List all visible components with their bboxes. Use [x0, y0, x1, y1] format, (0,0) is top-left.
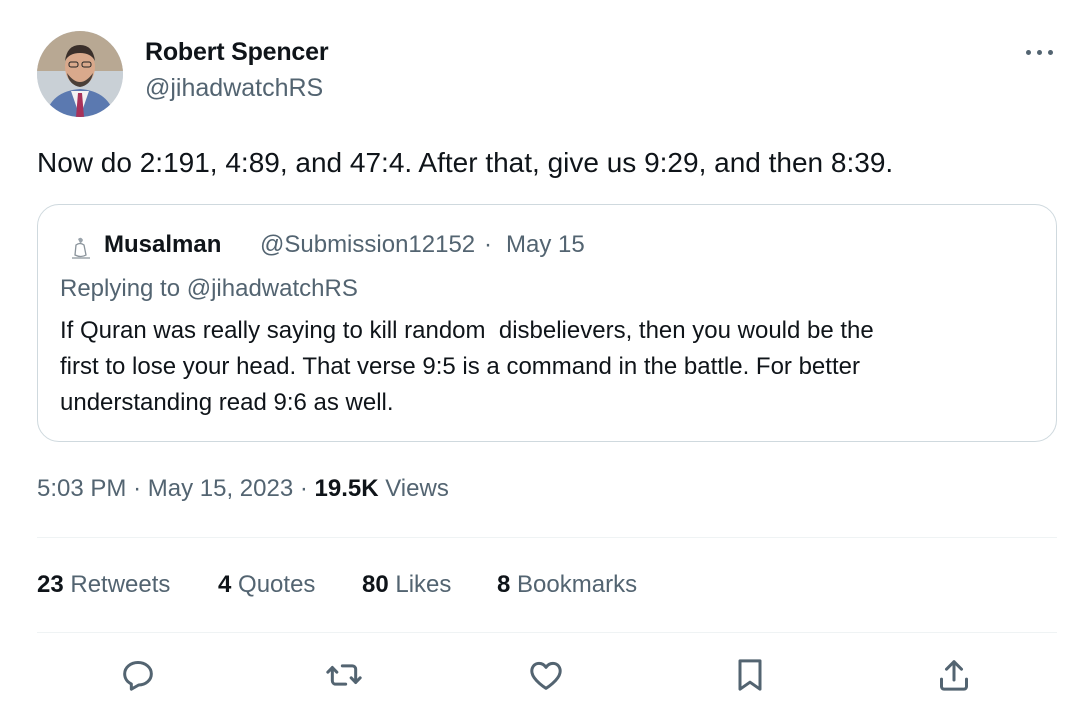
quoted-text-line: If Quran was really saying to kill rando…	[60, 317, 874, 344]
retweets-count: 23	[37, 571, 64, 598]
quoted-author-handle: @Submission12152	[260, 231, 476, 258]
quoted-avatar-image	[66, 233, 96, 263]
retweets-stat[interactable]: 23 Retweets	[37, 571, 170, 599]
quotes-count: 4	[218, 571, 232, 598]
bookmarks-count: 8	[497, 571, 511, 598]
bookmarks-label: Bookmarks	[517, 571, 638, 598]
share-icon	[940, 660, 968, 691]
quoted-date: May 15	[506, 231, 585, 258]
retweet-button[interactable]	[324, 655, 364, 695]
separator-dot: ·	[299, 475, 308, 502]
separator-dot: ·	[484, 231, 492, 258]
tweet-date[interactable]: May 15, 2023	[148, 475, 293, 502]
quoted-tweet-text: If Quran was really saying to kill rando…	[60, 313, 1020, 421]
retweets-label: Retweets	[70, 571, 171, 598]
tweet-text: Now do 2:191, 4:89, and 47:4. After that…	[37, 147, 894, 178]
views-label: Views	[385, 475, 449, 502]
author-handle[interactable]: @jihadwatchRS	[145, 74, 323, 103]
quoted-author-name: Musalman	[104, 231, 222, 258]
retweet-icon	[326, 664, 362, 686]
avatar-image	[37, 31, 123, 117]
likes-label: Likes	[395, 571, 452, 598]
like-icon	[530, 661, 562, 690]
author-name[interactable]: Robert Spencer	[145, 38, 329, 67]
divider	[37, 632, 1057, 633]
divider	[37, 537, 1057, 538]
likes-stat[interactable]: 80 Likes	[362, 571, 451, 599]
more-options-button[interactable]	[1020, 38, 1060, 66]
quoted-author-avatar	[66, 233, 96, 263]
reply-button[interactable]	[118, 655, 158, 695]
quotes-stat[interactable]: 4 Quotes	[218, 571, 315, 599]
replying-to-label: Replying to @jihadwatchRS	[60, 275, 358, 302]
bookmark-icon	[738, 659, 762, 691]
quoted-tweet-card[interactable]: Musalman @Submission12152 · May 15 Reply…	[37, 204, 1057, 442]
reply-icon	[123, 661, 153, 691]
share-button[interactable]	[934, 655, 974, 695]
tweet-meta: 5:03 PM · May 15, 2023 · 19.5K Views	[37, 475, 449, 503]
quoted-text-line: first to lose your head. That verse 9:5 …	[60, 353, 860, 380]
likes-count: 80	[362, 571, 389, 598]
author-avatar[interactable]	[37, 31, 123, 117]
views-count: 19.5K	[314, 475, 379, 502]
tweet-time[interactable]: 5:03 PM	[37, 475, 126, 502]
like-button[interactable]	[526, 655, 566, 695]
separator-dot: ·	[133, 475, 142, 502]
bookmarks-stat[interactable]: 8 Bookmarks	[497, 571, 637, 599]
quoted-text-line: understanding read 9:6 as well.	[60, 389, 394, 416]
bookmark-button[interactable]	[730, 655, 770, 695]
quotes-label: Quotes	[238, 571, 316, 598]
